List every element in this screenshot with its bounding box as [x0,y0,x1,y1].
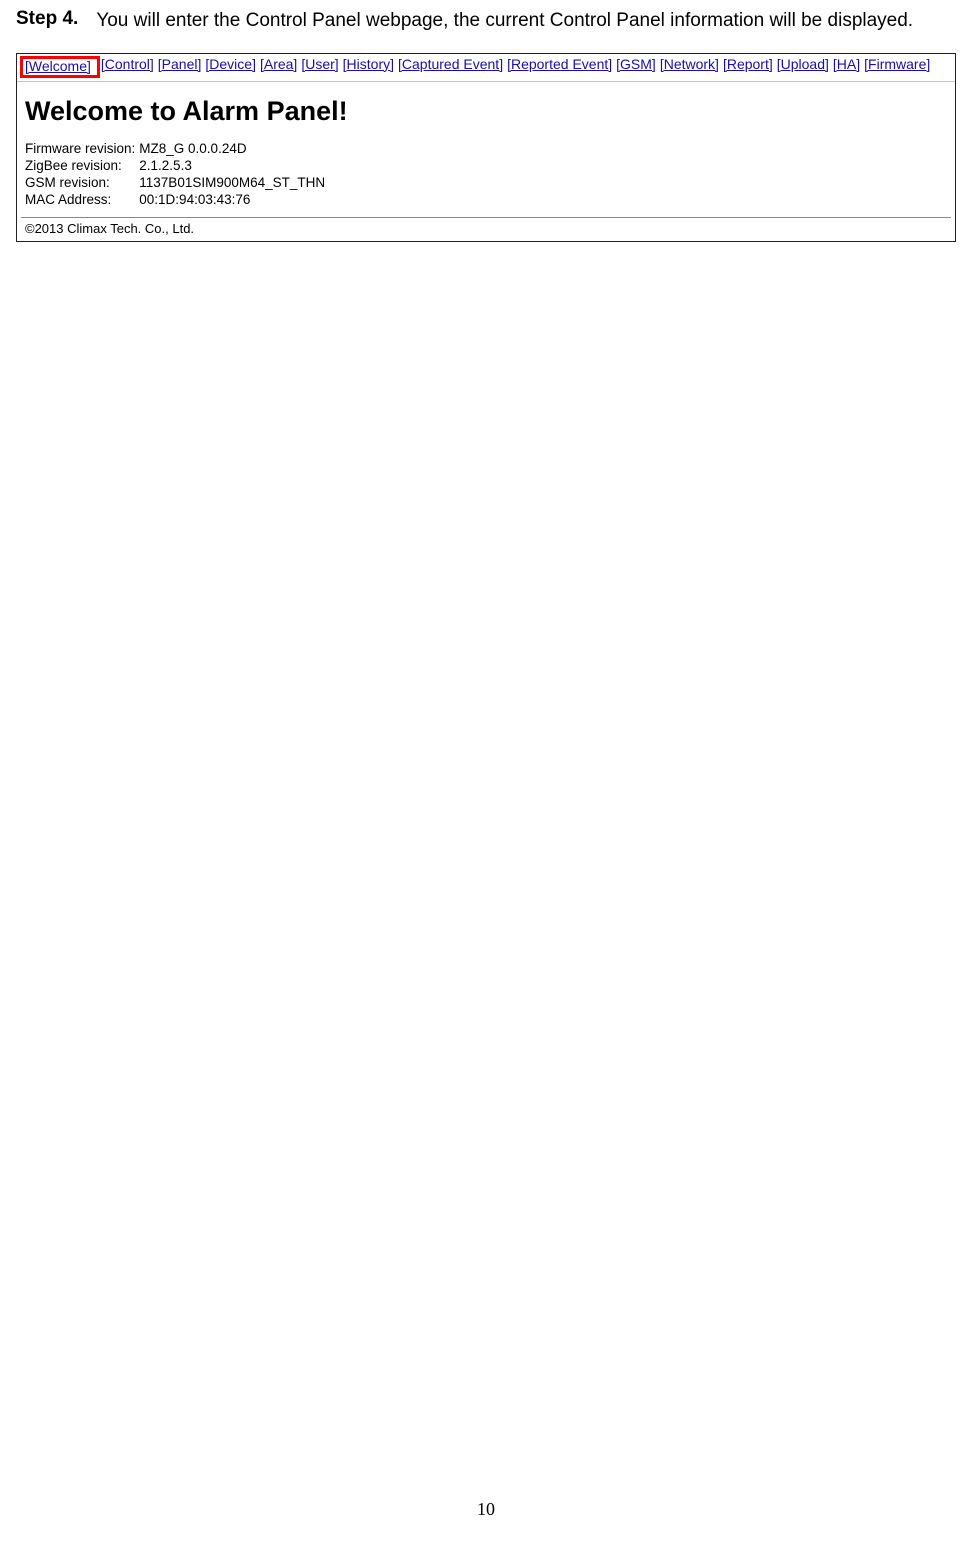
page-number: 10 [0,1499,972,1520]
copyright-text: ©2013 Climax Tech. Co., Ltd. [17,218,955,241]
gsm-value: 1137B01SIM900M64_ST_THN [139,175,331,192]
nav-link-user[interactable]: [User] [301,56,338,78]
nav-link-reported-event[interactable]: [Reported Event] [507,56,612,78]
step-label: Step 4. [16,8,78,30]
mac-value: 00:1D:94:03:43:76 [139,192,331,209]
nav-link-history[interactable]: [History] [343,56,394,78]
mac-label: MAC Address: [25,192,139,209]
nav-highlight-box: [Welcome] [20,56,100,78]
firmware-label: Firmware revision: [25,141,139,158]
zigbee-label: ZigBee revision: [25,158,139,175]
table-row: MAC Address: 00:1D:94:03:43:76 [25,192,331,209]
nav-link-panel[interactable]: [Panel] [158,56,202,78]
nav-link-area[interactable]: [Area] [260,56,297,78]
table-row: Firmware revision: MZ8_G 0.0.0.24D [25,141,331,158]
gsm-label: GSM revision: [25,175,139,192]
nav-link-network[interactable]: [Network] [660,56,719,78]
step-row: Step 4. You will enter the Control Panel… [16,8,956,35]
zigbee-value: 2.1.2.5.3 [139,158,331,175]
nav-link-device[interactable]: [Device] [205,56,256,78]
control-panel-screenshot: [Welcome] [Control] [Panel] [Device] [Ar… [16,53,956,242]
nav-link-control[interactable]: [Control] [101,56,154,78]
nav-link-upload[interactable]: [Upload] [777,56,829,78]
table-row: GSM revision: 1137B01SIM900M64_ST_THN [25,175,331,192]
nav-bar: [Welcome] [Control] [Panel] [Device] [Ar… [17,54,955,82]
nav-link-captured-event[interactable]: [Captured Event] [398,56,503,78]
nav-link-welcome[interactable]: [Welcome] [25,58,91,74]
nav-link-gsm[interactable]: [GSM] [616,56,656,78]
panel-heading: Welcome to Alarm Panel! [25,96,947,127]
firmware-value: MZ8_G 0.0.0.24D [139,141,331,158]
nav-link-report[interactable]: [Report] [723,56,773,78]
nav-link-firmware[interactable]: [Firmware] [864,56,930,78]
step-description: You will enter the Control Panel webpage… [96,8,913,35]
table-row: ZigBee revision: 2.1.2.5.3 [25,158,331,175]
info-table: Firmware revision: MZ8_G 0.0.0.24D ZigBe… [25,141,331,209]
panel-body: Welcome to Alarm Panel! Firmware revisio… [17,82,955,209]
nav-link-ha[interactable]: [HA] [833,56,860,78]
